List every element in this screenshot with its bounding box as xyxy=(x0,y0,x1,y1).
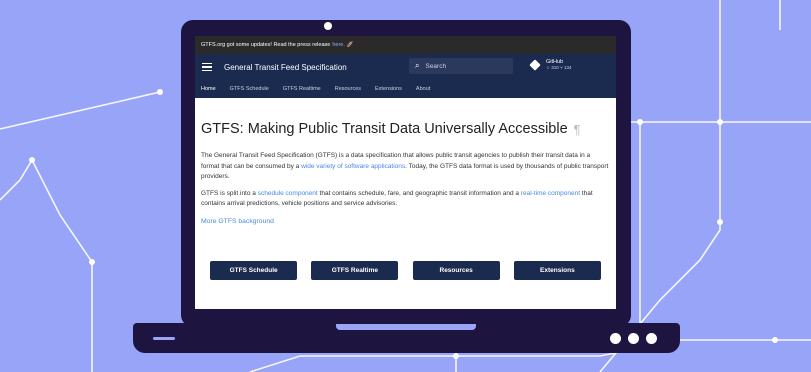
line-node xyxy=(717,219,723,225)
line-node xyxy=(89,259,95,265)
page-heading: GTFS: Making Public Transit Data Univers… xyxy=(201,121,568,137)
realtime-component-link[interactable]: real-time component xyxy=(521,190,580,197)
browser-screen: GTFS.org got some updates! Read the pres… xyxy=(195,36,616,309)
tab-resources[interactable]: Resources xyxy=(335,86,361,92)
schedule-component-link[interactable]: schedule component xyxy=(258,190,318,197)
tab-gtfs-realtime[interactable]: GTFS Realtime xyxy=(283,86,321,92)
github-forks: ⑂ 134 xyxy=(560,65,572,70)
more-background-link[interactable]: More GTFS background xyxy=(201,218,610,225)
line-node xyxy=(717,119,723,125)
main-content: GTFS: Making Public Transit Data Univers… xyxy=(195,121,616,225)
gtfs-schedule-button[interactable]: GTFS Schedule xyxy=(210,261,298,280)
github-stars: ☆ 310 xyxy=(546,65,559,70)
software-applications-link[interactable]: wide variety of software applications xyxy=(301,163,405,170)
page-title: GTFS: Making Public Transit Data Univers… xyxy=(201,121,610,137)
line-node xyxy=(29,157,35,163)
line-node xyxy=(637,119,643,125)
laptop-hinge-notch xyxy=(336,324,476,330)
camera-icon xyxy=(324,22,332,30)
line-node xyxy=(772,337,778,343)
tab-extensions[interactable]: Extensions xyxy=(375,86,402,92)
tab-about[interactable]: About xyxy=(416,86,430,92)
components-text-2: that contains schedule, fare, and geogra… xyxy=(319,189,519,197)
rocket-icon: 🚀 xyxy=(346,42,354,48)
permalink-icon[interactable]: ¶ xyxy=(574,122,581,137)
laptop-light xyxy=(628,333,639,344)
laptop-light xyxy=(646,333,657,344)
gtfs-realtime-button[interactable]: GTFS Realtime xyxy=(311,261,399,280)
laptop-light xyxy=(610,333,621,344)
extensions-button[interactable]: Extensions xyxy=(513,261,601,280)
line-node xyxy=(453,353,459,359)
quick-links: GTFS Schedule GTFS Realtime Resources Ex… xyxy=(195,261,616,280)
banner-text: GTFS.org got some updates! Read the pres… xyxy=(201,42,331,48)
nav-tabs: Home GTFS Schedule GTFS Realtime Resourc… xyxy=(195,80,616,98)
github-link[interactable]: GitHub ☆ 310 ⑂ 134 xyxy=(529,59,572,71)
press-release-link[interactable]: here. xyxy=(332,42,345,48)
tab-home[interactable]: Home xyxy=(201,86,216,92)
laptop-slot xyxy=(153,337,175,340)
site-title[interactable]: General Transit Feed Specification xyxy=(224,63,347,72)
tab-gtfs-schedule[interactable]: GTFS Schedule xyxy=(230,86,269,92)
site-header: General Transit Feed Specification ⌕ Sea… xyxy=(195,54,616,80)
search-icon: ⌕ xyxy=(415,61,420,70)
resources-button[interactable]: Resources xyxy=(412,261,500,280)
announcement-banner: GTFS.org got some updates! Read the pres… xyxy=(195,36,616,54)
hamburger-menu-icon[interactable] xyxy=(202,61,212,73)
components-paragraph: GTFS is split into a schedule component … xyxy=(201,189,610,210)
search-placeholder: Search xyxy=(425,62,447,70)
components-text-1: GTFS is split into a xyxy=(201,189,256,197)
search-input[interactable]: ⌕ Search xyxy=(409,58,513,74)
intro-paragraph: The General Transit Feed Specification (… xyxy=(201,151,610,183)
line-node xyxy=(157,89,163,95)
github-icon xyxy=(529,59,541,71)
